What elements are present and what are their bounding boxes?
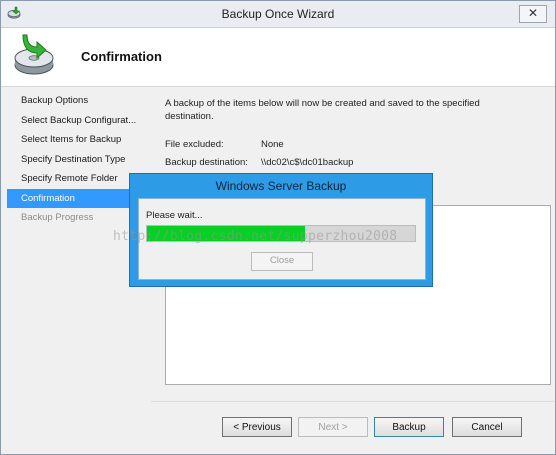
file-excluded-label: File excluded: bbox=[165, 139, 224, 150]
watermark-text: http://blog.csdn.net/supperzhou2008 bbox=[113, 229, 398, 244]
backup-destination-label: Backup destination: bbox=[165, 157, 248, 168]
step-select-items-for-backup[interactable]: Select Items for Backup bbox=[7, 130, 147, 150]
next-button: Next > bbox=[298, 417, 368, 437]
backup-destination-row: Backup destination: \\dc02\c$\dc01backup bbox=[165, 157, 353, 168]
wizard-window: Backup Once Wizard ✕ Confirmation Backup… bbox=[0, 0, 556, 455]
title-bar[interactable]: Backup Once Wizard ✕ bbox=[1, 1, 555, 28]
wizard-steps-nav: Backup Options Select Backup Configurat.… bbox=[7, 91, 147, 228]
dialog-title: Windows Server Backup bbox=[215, 179, 347, 193]
footer-divider bbox=[151, 401, 554, 402]
wizard-header: Confirmation bbox=[1, 28, 555, 87]
confirmation-description: A backup of the items below will now be … bbox=[165, 98, 480, 122]
window-close-button[interactable]: ✕ bbox=[519, 5, 547, 23]
step-specify-remote-folder[interactable]: Specify Remote Folder bbox=[7, 169, 147, 189]
dialog-close-button: Close bbox=[251, 252, 313, 271]
cancel-button[interactable]: Cancel bbox=[452, 417, 522, 437]
step-select-backup-configuration[interactable]: Select Backup Configurat... bbox=[7, 111, 147, 131]
backup-destination-value: \\dc02\c$\dc01backup bbox=[261, 157, 354, 168]
step-backup-progress: Backup Progress bbox=[21, 212, 94, 223]
step-confirmation[interactable]: Confirmation bbox=[7, 188, 147, 208]
backup-drive-icon bbox=[14, 34, 54, 75]
file-excluded-value: None bbox=[261, 139, 284, 150]
file-excluded-row: File excluded: None bbox=[165, 139, 284, 150]
page-heading: Confirmation bbox=[81, 49, 162, 64]
window-title: Backup Once Wizard bbox=[221, 7, 335, 21]
step-specify-destination-type[interactable]: Specify Destination Type bbox=[7, 150, 147, 170]
previous-button[interactable]: < Previous bbox=[222, 417, 292, 437]
backup-button[interactable]: Backup bbox=[374, 417, 444, 437]
step-backup-options[interactable]: Backup Options bbox=[7, 91, 147, 111]
please-wait-label: Please wait... bbox=[146, 210, 203, 221]
